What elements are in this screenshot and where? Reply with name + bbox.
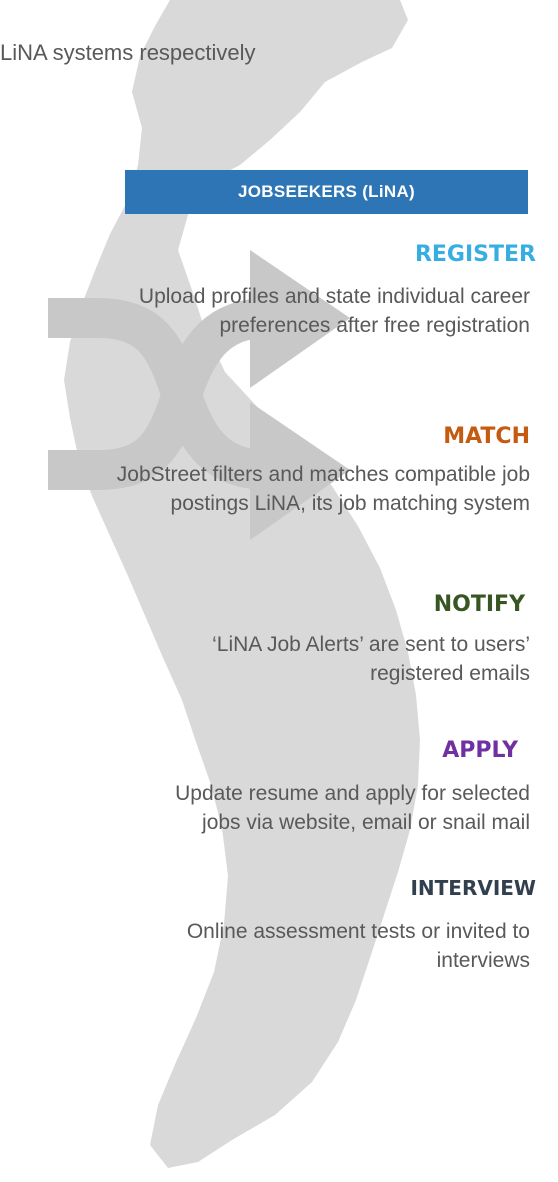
step-title-match: MATCH bbox=[443, 424, 530, 449]
step-title-notify: NOTIFY bbox=[433, 592, 525, 617]
step-desc-apply: Update resume and apply for selected job… bbox=[175, 782, 530, 834]
step-title-interview: INTERVIEW bbox=[410, 876, 536, 900]
step-desc-interview: Online assessment tests or invited to in… bbox=[186, 920, 530, 972]
step-desc-match: JobStreet filters and matches compatible… bbox=[116, 463, 530, 515]
header-bar: JOBSEEKERS (LiNA) bbox=[125, 170, 528, 214]
step-title-apply: APPLY bbox=[442, 738, 518, 763]
step-desc-register: Upload profiles and state individual car… bbox=[138, 285, 530, 337]
step-title-register: REGISTER bbox=[414, 242, 536, 267]
top-caption: LiNA systems respectively bbox=[0, 40, 256, 65]
step-desc-notify: ‘LiNA Job Alerts’ are sent to users’ reg… bbox=[212, 633, 530, 685]
